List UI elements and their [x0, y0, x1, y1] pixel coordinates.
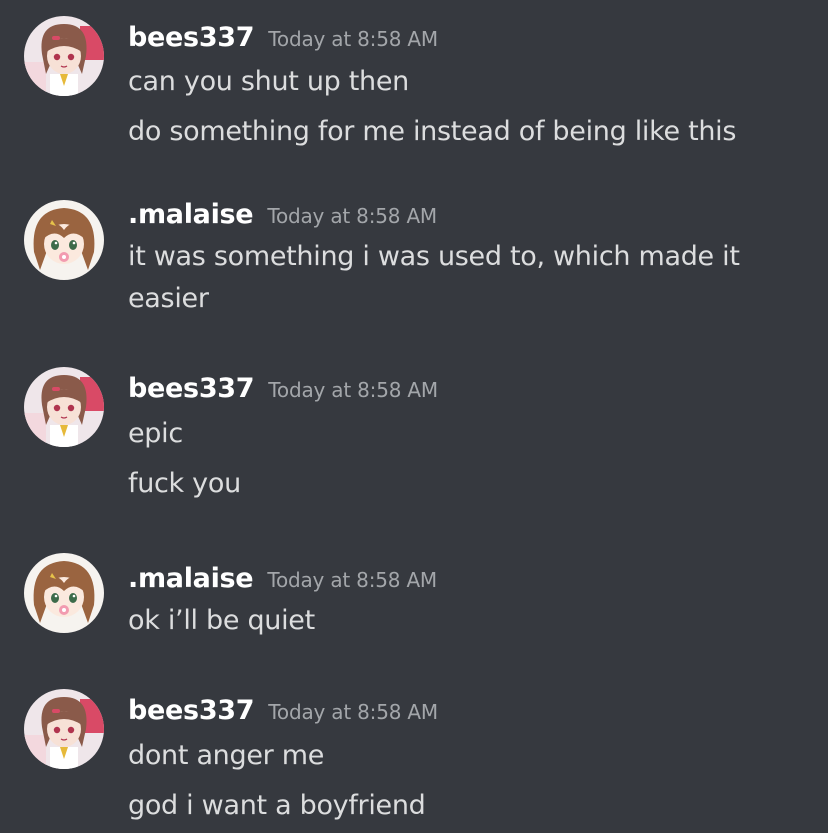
user-avatar-icon [24, 367, 104, 447]
message-list: bees337 Today at 8:58 AM can you shut up … [0, 0, 828, 833]
message-header: bees337 Today at 8:58 AM [128, 369, 438, 409]
user-avatar-icon [24, 689, 104, 769]
message-header: .malaise Today at 8:58 AM [128, 195, 437, 235]
message-header: .malaise Today at 8:58 AM [128, 559, 437, 599]
message-header: bees337 Today at 8:58 AM [128, 18, 438, 58]
timestamp: Today at 8:58 AM [268, 27, 438, 51]
username[interactable]: bees337 [128, 22, 255, 53]
avatar[interactable] [24, 689, 104, 769]
username[interactable]: bees337 [128, 373, 255, 404]
message-text: it was something i was used to, which ma… [128, 241, 740, 272]
user-avatar-icon [24, 553, 104, 633]
message-text: epic [128, 418, 183, 449]
avatar[interactable] [24, 367, 104, 447]
timestamp: Today at 8:58 AM [267, 568, 437, 592]
timestamp: Today at 8:58 AM [268, 378, 438, 402]
message-text: ok i’ll be quiet [128, 605, 315, 636]
message-text: dont anger me [128, 740, 325, 771]
timestamp: Today at 8:58 AM [267, 204, 437, 228]
message-header: bees337 Today at 8:58 AM [128, 691, 438, 731]
avatar[interactable] [24, 16, 104, 96]
message-text: do something for me instead of being lik… [128, 116, 737, 147]
avatar[interactable] [24, 553, 104, 633]
message-text: easier [128, 283, 209, 314]
username[interactable]: bees337 [128, 695, 255, 726]
timestamp: Today at 8:58 AM [268, 700, 438, 724]
message-text: god i want a boyfriend [128, 790, 426, 821]
avatar[interactable] [24, 200, 104, 280]
user-avatar-icon [24, 16, 104, 96]
username[interactable]: .malaise [128, 199, 254, 230]
message-text: can you shut up then [128, 66, 409, 97]
username[interactable]: .malaise [128, 563, 254, 594]
message-text: fuck you [128, 468, 241, 499]
user-avatar-icon [24, 200, 104, 280]
